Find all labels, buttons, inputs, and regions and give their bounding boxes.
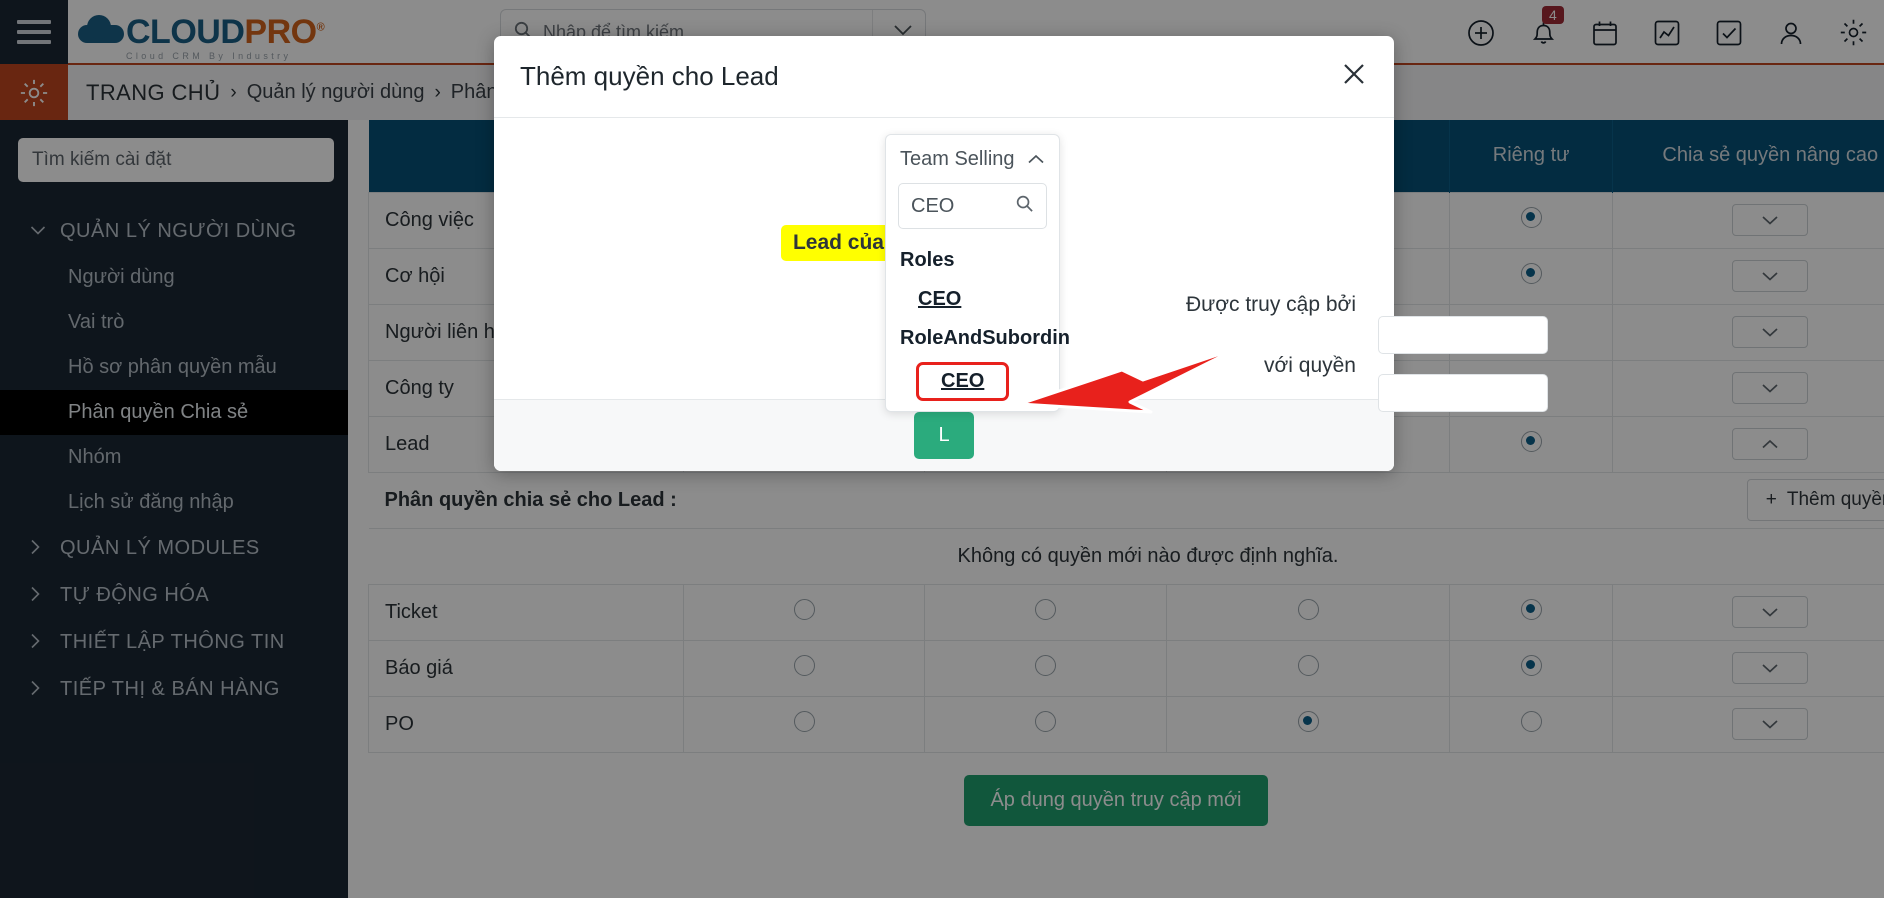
field-row-lead-of: Lead của: [494, 225, 896, 261]
dropdown-option-ceo-subordinates[interactable]: CEO: [916, 362, 1010, 401]
close-icon[interactable]: [1340, 60, 1368, 94]
label-with-permission: với quyền: [1264, 354, 1356, 377]
save-button[interactable]: L: [914, 412, 974, 459]
dropdown-group-role-and-subordinates: RoleAndSubordin: [900, 327, 1070, 349]
accessed-by-select[interactable]: [1378, 316, 1548, 354]
label-lead-of: Lead của: [780, 225, 896, 261]
dropdown-selected-value: Team Selling: [900, 147, 1015, 170]
with-permission-select[interactable]: [1378, 374, 1548, 412]
chevron-up-icon[interactable]: [1027, 148, 1045, 171]
dropdown-toggle[interactable]: Team Selling: [886, 135, 1059, 183]
team-selling-dropdown: Team Selling CEO Roles CEO RoleAndSubord…: [885, 134, 1070, 412]
dropdown-search-value: CEO: [911, 194, 955, 217]
modal-title: Thêm quyền cho Lead: [520, 61, 779, 91]
label-accessed-by: Được truy cập bởi: [1186, 293, 1356, 316]
dropdown-group-roles: Roles: [900, 249, 955, 271]
modal-header: Thêm quyền cho Lead: [494, 36, 1394, 118]
dropdown-search-input[interactable]: CEO: [898, 183, 1047, 229]
dropdown-option-ceo-roles[interactable]: CEO: [886, 280, 1059, 319]
search-icon: [1015, 194, 1034, 218]
